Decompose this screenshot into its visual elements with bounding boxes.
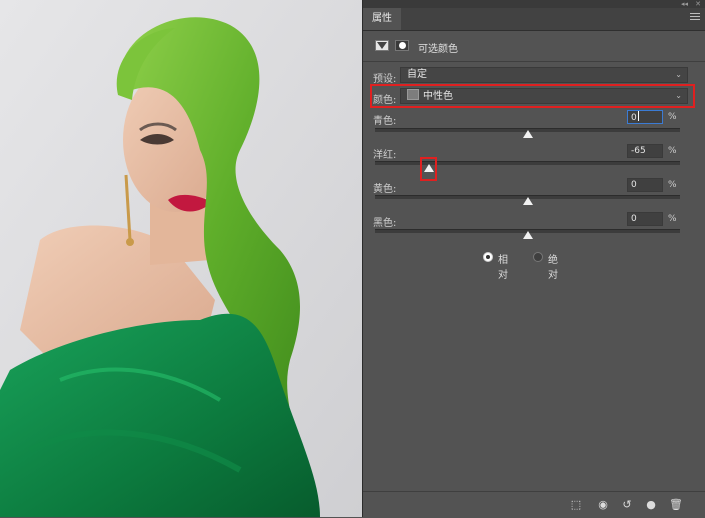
- adjustment-title: 可选颜色: [418, 44, 458, 55]
- neutral-color-swatch: [407, 89, 419, 100]
- clip-to-layer-icon[interactable]: ⬚: [568, 498, 584, 512]
- trash-icon[interactable]: 🗑: [668, 498, 684, 512]
- yellow-value-field[interactable]: 0: [627, 178, 663, 192]
- cyan-percent: %: [668, 112, 677, 122]
- close-icon[interactable]: ✕: [695, 0, 701, 8]
- cyan-slider-thumb[interactable]: [523, 130, 533, 138]
- colors-value: 中性色: [423, 91, 453, 102]
- absolute-radio[interactable]: [533, 252, 543, 262]
- magenta-value-field[interactable]: -65: [627, 144, 663, 158]
- mask-icon[interactable]: [395, 40, 409, 51]
- panel-menu-icon[interactable]: [690, 13, 700, 21]
- collapse-icon[interactable]: ◂◂: [681, 0, 688, 8]
- black-label: 黑色:: [373, 218, 397, 229]
- preset-value: 自定: [407, 69, 427, 80]
- preset-label: 预设:: [373, 74, 397, 85]
- relative-radio[interactable]: [483, 252, 493, 262]
- magenta-value: -65: [631, 146, 646, 156]
- preset-dropdown[interactable]: 自定 ⌄: [400, 67, 688, 83]
- adjustment-icon[interactable]: [375, 40, 389, 51]
- chevron-down-icon: ⌄: [675, 70, 682, 79]
- magenta-label: 洋红:: [373, 150, 397, 161]
- magenta-slider-thumb[interactable]: [424, 164, 434, 172]
- black-value-field[interactable]: 0: [627, 212, 663, 226]
- cyan-value-field[interactable]: 0: [627, 110, 663, 124]
- black-percent: %: [668, 214, 677, 224]
- properties-panel: ◂◂ ✕ 属性 可选颜色 预设: 自定 ⌄ 颜色: 中性色 ⌄ 青色: 0 % …: [362, 0, 705, 517]
- magenta-percent: %: [668, 146, 677, 156]
- portrait-photo: [0, 0, 362, 517]
- visibility-eye-icon[interactable]: ●: [643, 498, 659, 512]
- yellow-label: 黄色:: [373, 184, 397, 195]
- yellow-percent: %: [668, 180, 677, 190]
- panel-bottom-toolbar: ⬚ ◉ ↺ ● 🗑: [363, 491, 705, 518]
- adjustment-header: 可选颜色: [363, 31, 705, 62]
- black-value: 0: [631, 214, 637, 224]
- panel-title-strip: ◂◂ ✕: [363, 0, 705, 8]
- chevron-down-icon: ⌄: [675, 91, 682, 100]
- colors-label: 颜色:: [373, 95, 397, 106]
- cyan-label: 青色:: [373, 116, 397, 127]
- relative-label: 相对: [498, 255, 508, 281]
- reset-icon[interactable]: ↺: [619, 498, 635, 512]
- yellow-value: 0: [631, 180, 637, 190]
- black-slider-thumb[interactable]: [523, 231, 533, 239]
- yellow-slider-thumb[interactable]: [523, 197, 533, 205]
- panel-tabbar: 属性: [363, 8, 705, 31]
- view-previous-icon[interactable]: ◉: [595, 498, 611, 512]
- tab-properties[interactable]: 属性: [363, 8, 401, 30]
- absolute-label: 绝对: [548, 255, 558, 281]
- cyan-value: 0: [631, 113, 637, 123]
- colors-dropdown[interactable]: 中性色 ⌄: [400, 88, 688, 104]
- document-canvas[interactable]: [0, 0, 362, 517]
